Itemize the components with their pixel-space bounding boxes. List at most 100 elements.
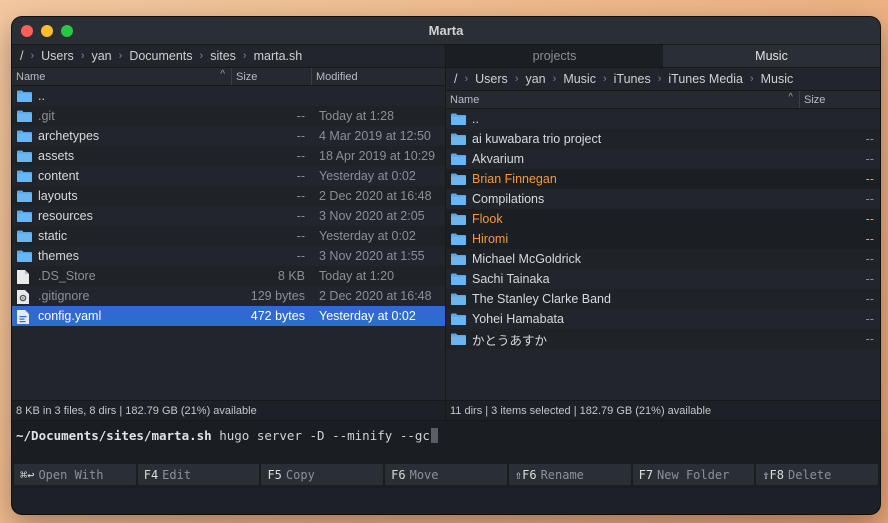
breadcrumb-item[interactable]: Documents — [129, 49, 192, 63]
folder-row[interactable]: The Stanley Clarke Band -- — [446, 289, 880, 309]
folder-size: -- — [865, 292, 874, 306]
left-breadcrumb: / › Users › yan › Documents › sites › marta.sh — [12, 45, 445, 68]
folder-icon — [451, 173, 466, 185]
breadcrumb-item[interactable]: Users — [475, 72, 508, 86]
folder-icon — [451, 293, 466, 305]
zoom-window-button[interactable] — [61, 24, 73, 37]
file-modified: 2 Dec 2020 at 16:48 — [319, 289, 432, 303]
gear-file-icon — [17, 290, 32, 304]
file-name: .git — [38, 109, 55, 123]
breadcrumb-item[interactable]: yan — [525, 72, 545, 86]
folder-name-cell: Akvarium — [446, 152, 799, 166]
folder-row[interactable]: Michael McGoldrick -- — [446, 249, 880, 269]
folder-icon — [17, 230, 32, 242]
breadcrumb-item[interactable]: Music — [563, 72, 596, 86]
fn-rename-button[interactable]: ⇧F6 Rename — [508, 464, 631, 485]
folder-row[interactable]: .. — [446, 109, 880, 129]
file-row[interactable]: static -- Yesterday at 0:02 — [12, 226, 445, 246]
file-row[interactable]: content -- Yesterday at 0:02 — [12, 166, 445, 186]
file-row[interactable]: .git -- Today at 1:28 — [12, 106, 445, 126]
file-row[interactable]: themes -- 3 Nov 2020 at 1:55 — [12, 246, 445, 266]
fn-open-with-button[interactable]: ⌘↩ Open With — [14, 464, 136, 485]
file-modified: Yesterday at 0:02 — [319, 309, 416, 323]
tab-music[interactable]: Music — [663, 45, 880, 67]
close-window-button[interactable] — [21, 24, 33, 37]
fn-key-label: Edit — [162, 467, 192, 482]
folder-row[interactable]: Yohei Hamabata -- — [446, 309, 880, 329]
breadcrumb-item[interactable]: sites — [210, 49, 236, 63]
column-modified[interactable]: Modified — [311, 68, 445, 85]
file-row[interactable]: resources -- 3 Nov 2020 at 2:05 — [12, 206, 445, 226]
breadcrumb-item[interactable]: / — [20, 49, 23, 63]
file-row[interactable]: config.yaml 472 bytes Yesterday at 0:02 — [12, 306, 445, 326]
terminal-panel[interactable]: ~/Documents/sites/marta.sh hugo server -… — [12, 420, 880, 488]
left-status-bar: 8 KB in 3 files, 8 dirs | 182.79 GB (21%… — [12, 400, 445, 420]
folder-row[interactable]: かとうあすか -- — [446, 329, 880, 349]
window-controls — [21, 24, 73, 37]
folder-name: Hiromi — [472, 232, 509, 246]
file-row[interactable]: archetypes -- 4 Mar 2019 at 12:50 — [12, 126, 445, 146]
breadcrumb-separator-icon: › — [199, 50, 204, 62]
left-file-list[interactable]: .. .git -- Today at 1:28 archetypes -- 4 Mar 2… — [12, 86, 445, 326]
folder-size: -- — [865, 332, 874, 346]
breadcrumb-separator-icon: › — [80, 50, 85, 62]
file-row[interactable]: .DS_Store 8 KB Today at 1:20 — [12, 266, 445, 286]
folder-icon — [451, 253, 466, 265]
folder-row[interactable]: Sachi Tainaka -- — [446, 269, 880, 289]
folder-name: Compilations — [472, 192, 545, 206]
right-breadcrumb: / › Users › yan › Music › iTunes › iTunes Media › Mu… — [446, 68, 880, 91]
folder-size: -- — [865, 212, 874, 226]
file-row[interactable]: assets -- 18 Apr 2019 at 10:29 — [12, 146, 445, 166]
file-modified: 4 Mar 2019 at 12:50 — [319, 129, 431, 143]
fn-copy-button[interactable]: F5 Copy — [261, 464, 384, 485]
right-pane[interactable]: projects Music / › Users › yan › Music › iTunes › i… — [446, 45, 880, 420]
fn-delete-button[interactable]: ⇧F8 Delete — [756, 464, 879, 485]
right-file-list[interactable]: .. ai kuwabara trio project -- Akvarium -- Br… — [446, 109, 880, 349]
file-row[interactable]: .gitignore 129 bytes 2 Dec 2020 at 16:48 — [12, 286, 445, 306]
fn-new-folder-button[interactable]: F7 New Folder — [632, 464, 755, 485]
folder-icon — [451, 113, 466, 125]
folder-row[interactable]: Compilations -- — [446, 189, 880, 209]
folder-row[interactable]: Akvarium -- — [446, 149, 880, 169]
file-size: -- — [296, 229, 305, 243]
file-icon — [17, 270, 32, 284]
folder-size: -- — [865, 232, 874, 246]
breadcrumb-item[interactable]: marta.sh — [254, 49, 303, 63]
file-modified: 2 Dec 2020 at 16:48 — [319, 189, 432, 203]
breadcrumb-item[interactable]: iTunes — [614, 72, 651, 86]
file-size: 8 KB — [277, 269, 305, 283]
fn-edit-button[interactable]: F4 Edit — [137, 464, 260, 485]
folder-row[interactable]: Brian Finnegan -- — [446, 169, 880, 189]
file-modified: Yesterday at 0:02 — [319, 169, 416, 183]
tab-projects[interactable]: projects — [446, 45, 663, 67]
column-size[interactable]: Size — [799, 91, 880, 108]
folder-icon — [17, 90, 32, 102]
left-column-header: Name ^ Size Modified — [12, 68, 445, 86]
right-status-bar: 11 dirs | 3 items selected | 182.79 GB (… — [446, 400, 880, 420]
column-size[interactable]: Size — [231, 68, 311, 85]
column-name[interactable]: Name ^ — [446, 91, 799, 108]
folder-name-cell: Yohei Hamabata — [446, 312, 799, 326]
fn-key-label: Rename — [540, 467, 584, 482]
column-name[interactable]: Name ^ — [12, 68, 231, 85]
folder-name-cell: ai kuwabara trio project — [446, 132, 799, 146]
terminal-cursor — [430, 428, 438, 443]
fn-move-button[interactable]: F6 Move — [385, 464, 507, 485]
minimize-window-button[interactable] — [41, 24, 53, 37]
file-row[interactable]: layouts -- 2 Dec 2020 at 16:48 — [12, 186, 445, 206]
folder-row[interactable]: Hiromi -- — [446, 229, 880, 249]
breadcrumb-item[interactable]: Users — [41, 49, 74, 63]
folder-row[interactable]: ai kuwabara trio project -- — [446, 129, 880, 149]
folder-row[interactable]: Flook -- — [446, 209, 880, 229]
file-name-cell: resources — [12, 209, 231, 223]
breadcrumb-item[interactable]: / — [454, 72, 457, 86]
folder-size: -- — [865, 312, 874, 326]
fn-key-shortcut: F5 — [267, 467, 282, 482]
file-size: -- — [296, 169, 305, 183]
breadcrumb-item[interactable]: iTunes Media — [668, 72, 743, 86]
file-row[interactable]: .. — [12, 86, 445, 106]
left-pane[interactable]: / › Users › yan › Documents › sites › marta.sh Nam… — [12, 45, 446, 420]
breadcrumb-item[interactable]: yan — [91, 49, 111, 63]
breadcrumb-item[interactable]: Music — [761, 72, 794, 86]
folder-name: ai kuwabara trio project — [472, 132, 602, 146]
